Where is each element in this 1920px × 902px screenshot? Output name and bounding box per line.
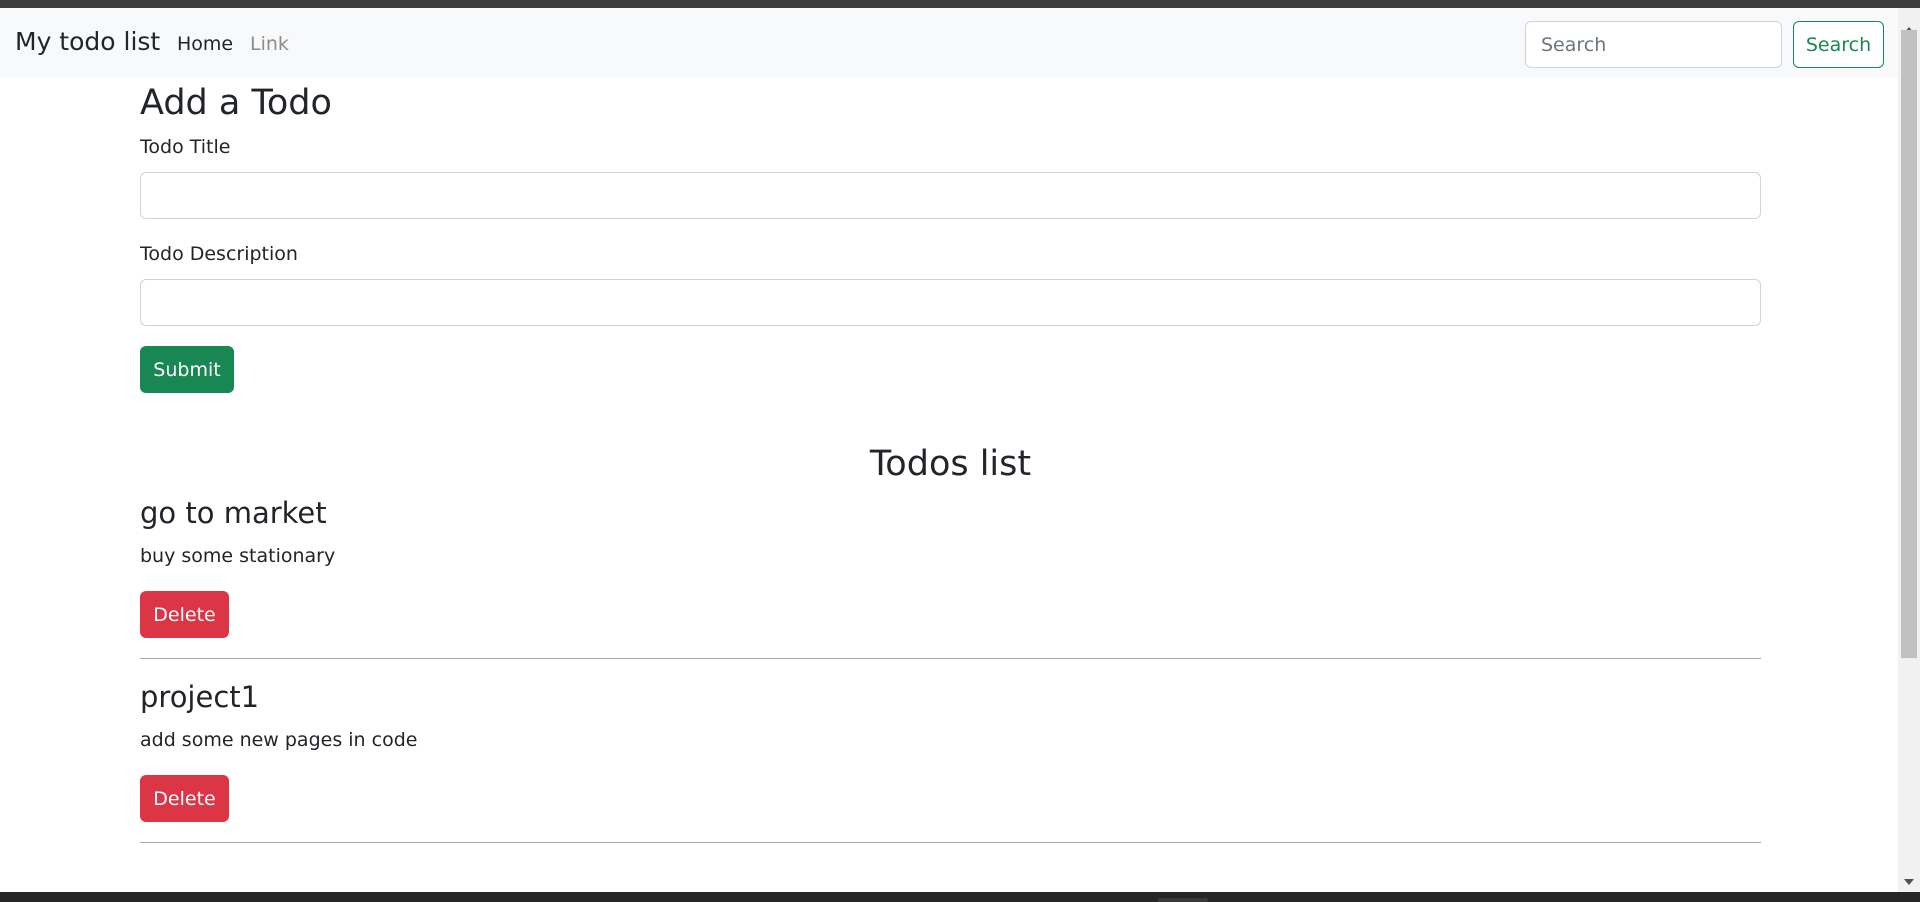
scroll-down-arrow-icon[interactable] <box>1904 879 1914 885</box>
vertical-scrollbar[interactable] <box>1898 8 1920 892</box>
search-input[interactable] <box>1525 21 1782 68</box>
todo-divider <box>140 842 1761 843</box>
taskbar-indicator <box>1158 898 1208 902</box>
nav-link-link[interactable]: Link <box>250 32 289 56</box>
add-todo-heading: Add a Todo <box>140 83 332 123</box>
taskbar-edge <box>0 892 1920 902</box>
todo-title-label: Todo Title <box>140 136 231 158</box>
todo-description: buy some stationary <box>140 545 336 567</box>
todo-divider <box>140 658 1761 659</box>
delete-button[interactable]: Delete <box>140 591 229 638</box>
todo-description: add some new pages in code <box>140 729 418 751</box>
submit-button[interactable]: Submit <box>140 346 234 393</box>
todos-list-heading: Todos list <box>869 444 1032 484</box>
browser-top-edge <box>0 0 1920 8</box>
nav-link-home[interactable]: Home <box>177 32 233 56</box>
navbar: My todo list Home Link Search <box>0 8 1898 78</box>
todo-title-input[interactable] <box>140 172 1761 219</box>
todo-title: go to market <box>140 496 327 530</box>
todo-description-input[interactable] <box>140 279 1761 326</box>
scrollbar-thumb[interactable] <box>1901 30 1917 658</box>
todo-description-label: Todo Description <box>140 243 298 265</box>
navbar-brand[interactable]: My todo list <box>15 27 160 57</box>
delete-button[interactable]: Delete <box>140 775 229 822</box>
todo-title: project1 <box>140 680 260 714</box>
search-button[interactable]: Search <box>1793 21 1884 68</box>
